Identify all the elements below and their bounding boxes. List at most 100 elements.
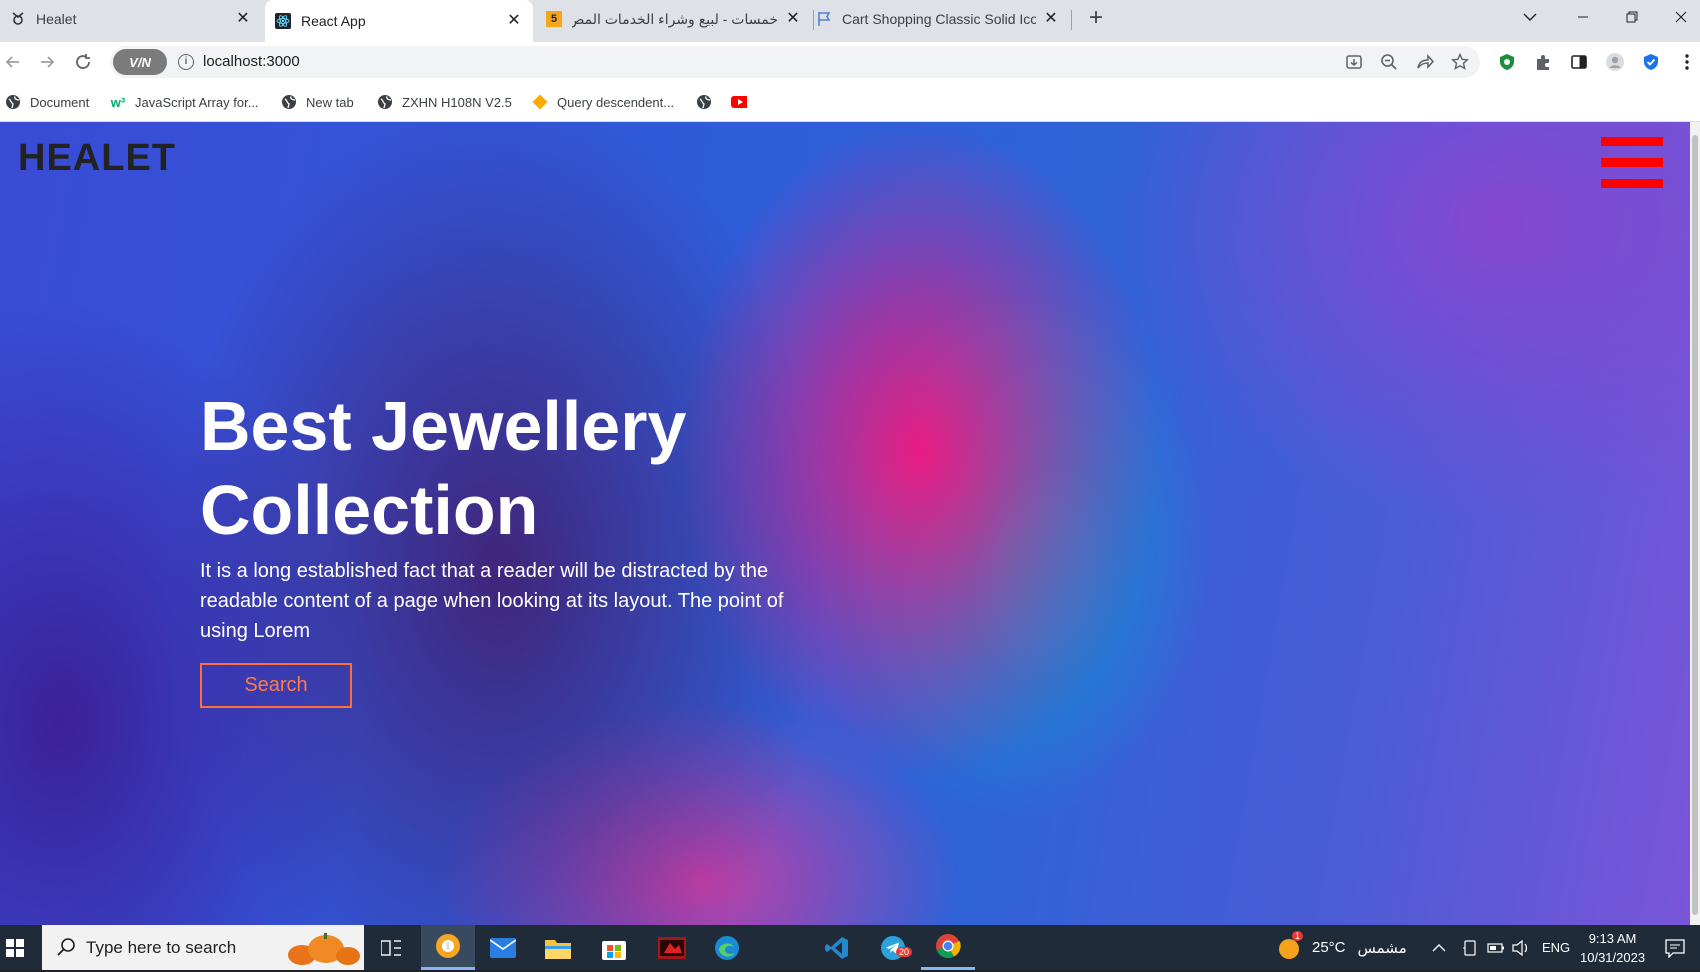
tab-react-app[interactable]: React App ✕ [265,0,533,42]
language-indicator[interactable]: ENG [1542,925,1570,970]
bookmark-new-tab[interactable]: New tab [281,92,354,112]
w3-icon: w³ [110,94,126,110]
install-app-icon[interactable] [1344,52,1364,72]
file-explorer-icon[interactable] [531,925,585,970]
globe-icon [696,94,712,110]
notifications-icon[interactable] [1665,925,1685,970]
youtube-icon [731,94,747,110]
browser-toolbar: V/N i localhost:3000 [0,42,1700,82]
close-window-button[interactable] [1658,0,1700,34]
hero-title-line: Best Jewellery [200,387,687,465]
bookmarks-bar: Document w³ JavaScript Array for... New … [0,82,1700,122]
reload-button[interactable] [71,50,95,74]
edge-browser-icon[interactable] [700,925,754,970]
bookmark-document[interactable]: Document [5,92,89,112]
hero-title-line: Collection [200,471,539,549]
task-view-icon[interactable] [364,925,418,970]
clock[interactable]: 9:13 AM 10/31/2023 [1580,925,1645,970]
bookmark-zxhn[interactable]: ZXHN H108N V2.5 [377,92,512,112]
search-placeholder: Type here to search [86,937,237,957]
weather-widget[interactable]: 1 25°C مشمس [1276,925,1407,970]
tab-title: Healet [36,11,77,27]
bookmark-youtube[interactable] [731,92,756,112]
bookmark-query-descendent[interactable]: Query descendent... [532,92,674,112]
tab-separator [1071,10,1072,30]
windows-taskbar: Type here to search 20 1 25°C مشمس ENG 9… [0,925,1700,970]
volume-icon[interactable] [1512,925,1530,970]
weather-notification-badge: 1 [1292,930,1304,941]
taskbar-search-box[interactable]: Type here to search [42,925,364,970]
globe-icon [5,94,21,110]
chrome-icon[interactable] [921,925,975,970]
bookmark-label: Query descendent... [557,94,675,110]
tab-healet[interactable]: Healet ✕ [0,0,262,38]
vpn-extension-badge[interactable]: V/N [113,49,167,75]
restore-button[interactable] [1609,0,1655,34]
telegram-notification-badge: 20 [896,947,913,957]
clock-date: 10/31/2023 [1580,949,1646,965]
khamsat-icon: 5 [546,11,562,27]
hero-title: Best Jewellery Collection [200,384,840,552]
minimize-button[interactable] [1560,0,1606,34]
microsoft-store-icon[interactable] [587,925,641,970]
globe-icon [281,94,297,110]
windows-start-icon[interactable] [0,925,30,970]
tab-title: Cart Shopping Classic Solid Icon [842,11,1036,27]
tab-khamsat[interactable]: 5 خمسات - لبيع وشراء الخدمات المص ✕ [536,0,812,38]
mail-icon[interactable] [476,925,530,970]
tab-title: React App [301,13,366,29]
bookmark-star-icon[interactable] [1450,52,1470,72]
tab-title: خمسات - لبيع وشراء الخدمات المص [572,10,778,27]
scrollbar-thumb[interactable] [1692,135,1698,915]
security-shield-icon[interactable] [1641,52,1661,72]
bookmark-label: ZXHN H108N V2.5 [402,94,512,110]
share-icon[interactable] [1415,52,1435,72]
close-tab-icon[interactable]: ✕ [234,10,252,28]
search-button[interactable]: Search [200,663,352,708]
back-button[interactable] [1,50,25,74]
sun-icon: 1 [1276,930,1304,961]
device-icon[interactable] [1462,925,1478,970]
weather-temperature: 25°C [1312,939,1346,956]
address-bar[interactable]: V/N i localhost:3000 [110,46,1480,78]
tab-search-chevron-icon[interactable] [1507,0,1553,34]
healet-logo-icon [10,11,26,27]
hero-description: It is a long established fact that a rea… [200,560,784,642]
bookmark-label: New tab [306,94,354,110]
profile-avatar-icon[interactable] [1605,52,1625,72]
new-tab-button[interactable]: + [1083,6,1109,32]
site-logo[interactable]: HEALET [18,137,176,180]
bookmark-globe[interactable] [696,92,721,112]
show-hidden-icons-chevron-icon[interactable] [1432,925,1446,970]
url-text[interactable]: localhost:3000 [203,53,300,70]
vscode-icon[interactable] [810,925,864,970]
telegram-icon[interactable]: 20 [866,925,920,970]
close-tab-icon[interactable]: ✕ [505,12,523,30]
tab-cart-icon[interactable]: Cart Shopping Classic Solid Icon ✕ [806,0,1070,38]
flag-icon [816,11,832,27]
search-icon [56,937,76,962]
shield-extension-icon[interactable] [1497,52,1517,72]
pumpkin-icon [282,931,362,972]
media-app-icon[interactable] [645,925,699,970]
weather-condition: مشمس [1357,939,1407,957]
close-tab-icon[interactable]: ✕ [784,10,802,28]
forward-button[interactable] [35,50,59,74]
react-icon [275,13,291,29]
bookmark-label: JavaScript Array for... [135,94,259,110]
battery-icon[interactable] [1487,925,1505,970]
browser-tab-strip: Healet ✕ React App ✕ 5 خمسات - لبيع وشرا… [0,0,1700,42]
clock-time: 9:13 AM [1588,930,1637,946]
diamond-icon [532,94,548,110]
globe-icon [377,94,393,110]
extensions-puzzle-icon[interactable] [1533,52,1553,72]
site-info-icon[interactable]: i [178,54,194,70]
bookmark-javascript-array[interactable]: w³ JavaScript Array for... [110,92,259,112]
zoom-icon[interactable] [1379,52,1399,72]
hamburger-menu-icon[interactable] [1601,137,1663,189]
side-panel-icon[interactable] [1569,52,1589,72]
close-tab-icon[interactable]: ✕ [1042,10,1060,28]
browser-menu-icon[interactable] [1677,52,1697,72]
hero-section: HEALET Best Jewellery Collection It is a… [0,122,1690,925]
browser-taskbar-icon[interactable] [421,925,475,970]
